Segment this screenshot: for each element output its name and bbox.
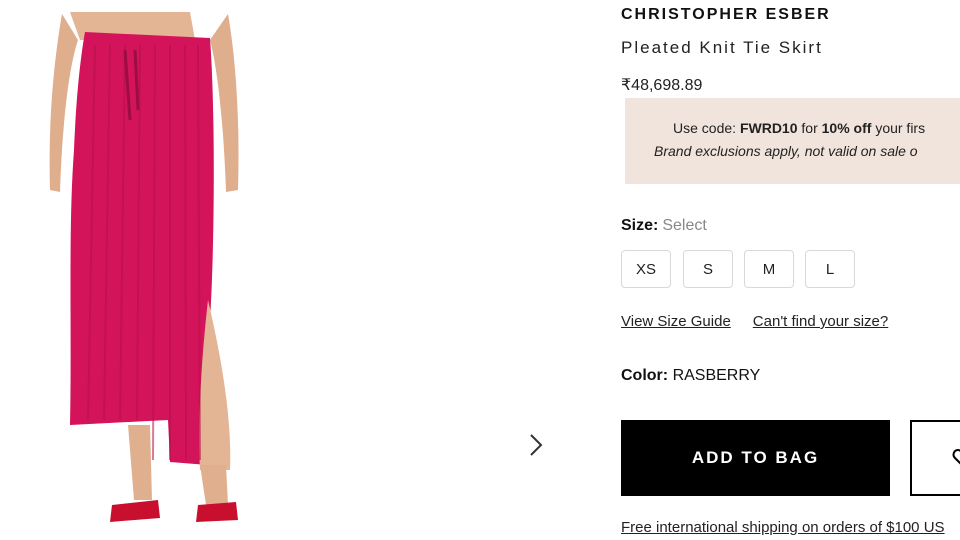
product-image [49, 12, 239, 522]
model-right-arm [210, 14, 239, 192]
promo-line: Use code: FWRD10 for 10% off your firs [673, 120, 925, 136]
size-option-s[interactable]: S [683, 250, 733, 288]
product-price: ₹48,698.89 [621, 77, 703, 94]
size-label-text: Size: [621, 217, 659, 234]
promo-code: FWRD10 [739, 120, 798, 136]
color-label-text: Color: [621, 367, 669, 384]
product-info: CHRISTOPHER ESBER Pleated Knit Tie Skirt… [621, 0, 960, 540]
next-image-arrow[interactable] [524, 430, 548, 460]
wishlist-button[interactable] [910, 420, 960, 496]
size-option-l[interactable]: L [805, 250, 855, 288]
add-to-bag-button[interactable]: ADD TO BAG [621, 420, 890, 496]
left-sandal [110, 500, 160, 522]
promo-use-code: Use code: [673, 120, 737, 136]
color-value: RASBERRY [672, 367, 761, 384]
view-size-guide-link[interactable]: View Size Guide [621, 313, 731, 330]
color-label: Color: RASBERRY [621, 367, 760, 385]
promo-for: for [801, 120, 818, 136]
right-sandal [196, 502, 238, 522]
promo-rest: your firs [875, 120, 926, 136]
cant-find-size-link[interactable]: Can't find your size? [753, 313, 888, 330]
product-image-area [0, 0, 600, 540]
promo-discount: 10% off [821, 120, 872, 136]
brand-name[interactable]: CHRISTOPHER ESBER [621, 6, 831, 24]
chevron-right-icon [530, 434, 543, 456]
size-selected-value: Select [662, 217, 707, 234]
product-name: Pleated Knit Tie Skirt [621, 38, 823, 57]
size-label: Size: Select [621, 217, 707, 235]
promo-banner: Use code: FWRD10 for 10% off your firs B… [625, 98, 960, 184]
free-shipping-link[interactable]: Free international shipping on orders of… [621, 519, 945, 536]
size-option-xs[interactable]: XS [621, 250, 671, 288]
size-links: View Size Guide Can't find your size? [621, 313, 888, 330]
promo-exclusions: Brand exclusions apply, not valid on sal… [654, 143, 918, 159]
size-option-m[interactable]: M [744, 250, 794, 288]
heart-icon [952, 448, 960, 465]
